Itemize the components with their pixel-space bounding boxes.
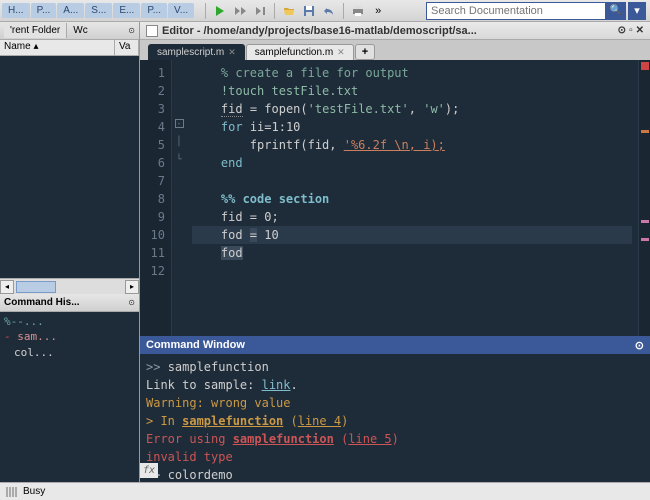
search-input[interactable] <box>426 2 606 20</box>
error-marker-icon[interactable] <box>641 62 649 70</box>
ribbon-tab[interactable]: P... <box>31 3 57 18</box>
code-line[interactable] <box>192 262 632 280</box>
status-text: Busy <box>23 486 45 497</box>
top-toolbar: H...P...A...S...E...P...V... » 🔍 ▾ <box>0 0 650 22</box>
code-area[interactable]: % create a file for output !touch testFi… <box>186 60 638 336</box>
maximize-icon[interactable]: ▫ <box>629 25 633 36</box>
search-button[interactable]: 🔍 <box>606 2 626 20</box>
marker-column[interactable] <box>638 60 650 336</box>
folder-tab[interactable]: 'rent Folder <box>4 23 67 38</box>
close-tab-icon[interactable]: ✕ <box>228 47 236 58</box>
search-dropdown[interactable]: ▾ <box>628 2 646 20</box>
note-marker-icon[interactable] <box>641 238 649 241</box>
run-advance-button[interactable] <box>231 2 249 20</box>
scroll-thumb[interactable] <box>16 281 56 293</box>
panel-menu-icon[interactable]: ⊙ <box>128 298 135 307</box>
ribbon-tab[interactable]: V... <box>168 3 194 18</box>
command-history-body[interactable]: %--...sam...col... <box>0 312 139 482</box>
save-button[interactable] <box>300 2 318 20</box>
new-tab-button[interactable]: + <box>355 44 375 60</box>
ribbon-tab[interactable]: H... <box>2 3 30 18</box>
panel-menu-icon[interactable]: ⊙ <box>128 26 135 35</box>
folder-table-header: Name ▴ Va <box>0 40 139 56</box>
ribbon-tab[interactable]: P... <box>141 3 167 18</box>
ribbon-tab[interactable]: S... <box>85 3 112 18</box>
col-name[interactable]: Name ▴ <box>0 40 115 55</box>
current-folder-header: 'rent Folder Wc ⊙ <box>0 22 139 40</box>
editor-title: Editor - /home/andy/projects/base16-matl… <box>162 25 477 37</box>
code-line[interactable]: fprintf(fid, '%6.2f \n, i); <box>192 136 632 154</box>
step-button[interactable] <box>251 2 269 20</box>
history-item[interactable]: sam... <box>4 329 135 344</box>
code-line[interactable]: for ii=1:10 <box>192 118 632 136</box>
scroll-left-icon[interactable]: ◂ <box>0 280 14 294</box>
run-button[interactable] <box>211 2 229 20</box>
editor-icon <box>146 25 158 37</box>
folder-hscroll[interactable]: ◂ ▸ <box>0 278 139 294</box>
history-item[interactable]: col... <box>4 345 135 360</box>
folder-list[interactable] <box>0 56 139 278</box>
col-value[interactable]: Va <box>115 40 139 55</box>
editor-body[interactable]: 123456789101112 -│└ % create a file for … <box>140 60 650 336</box>
cmdwin-line: Warning: wrong value <box>146 394 644 412</box>
close-icon[interactable]: ✕ <box>636 25 644 36</box>
cmdwin-line: Link to sample: link. <box>146 376 644 394</box>
fx-button[interactable]: fx <box>140 463 158 478</box>
print-button[interactable] <box>349 2 367 20</box>
cmdwin-line: invalid type <box>146 448 644 466</box>
cmdwin-line: > In samplefunction (line 4) <box>146 412 644 430</box>
editor-tab[interactable]: samplefunction.m✕ <box>246 44 354 60</box>
code-line[interactable]: fod <box>192 244 632 262</box>
note-marker-icon[interactable] <box>641 220 649 223</box>
cmdwin-line: >> samplefunction <box>146 358 644 376</box>
code-line[interactable]: fid = 0; <box>192 208 632 226</box>
editor-tab[interactable]: samplescript.m✕ <box>148 44 245 60</box>
code-line[interactable]: % create a file for output <box>192 64 632 82</box>
code-line[interactable] <box>192 172 632 190</box>
code-line[interactable]: end <box>192 154 632 172</box>
line-gutter: 123456789101112 <box>140 60 172 336</box>
command-history-header: Command His... ⊙ <box>0 294 139 312</box>
history-item[interactable]: %--... <box>4 314 135 329</box>
fold-column[interactable]: -│└ <box>172 60 186 336</box>
panel-menu-icon[interactable]: ⊙ <box>635 339 644 352</box>
panel-menu-icon[interactable]: ⊙ <box>618 25 626 36</box>
cmdwin-line: >> colordemo <box>146 466 644 484</box>
code-line[interactable]: fid = fopen('testFile.txt', 'w'); <box>192 100 632 118</box>
status-bar: Busy <box>0 482 650 500</box>
command-window-body[interactable]: >> samplefunctionLink to sample: link.Wa… <box>140 354 650 482</box>
command-window-header: Command Window ⊙ <box>140 336 650 354</box>
open-button[interactable] <box>280 2 298 20</box>
busy-indicator-icon <box>6 487 17 497</box>
undo-button[interactable] <box>320 2 338 20</box>
scroll-right-icon[interactable]: ▸ <box>125 280 139 294</box>
close-tab-icon[interactable]: ✕ <box>337 47 345 58</box>
code-line[interactable]: %% code section <box>192 190 632 208</box>
editor-header: Editor - /home/andy/projects/base16-matl… <box>140 22 650 40</box>
more-button[interactable]: » <box>369 2 387 20</box>
code-line[interactable]: !touch testFile.txt <box>192 82 632 100</box>
ribbon-tab[interactable]: E... <box>113 3 140 18</box>
warning-marker-icon[interactable] <box>641 130 649 133</box>
workspace-tab[interactable]: Wc <box>67 23 93 38</box>
editor-tabstrip: samplescript.m✕samplefunction.m✕+ <box>140 40 650 60</box>
ribbon-tab[interactable]: A... <box>57 3 84 18</box>
cmdwin-line: Error using samplefunction (line 5) <box>146 430 644 448</box>
ribbon-tabs: H...P...A...S...E...P...V... <box>0 3 196 18</box>
code-line[interactable]: fod = 10 <box>192 226 632 244</box>
